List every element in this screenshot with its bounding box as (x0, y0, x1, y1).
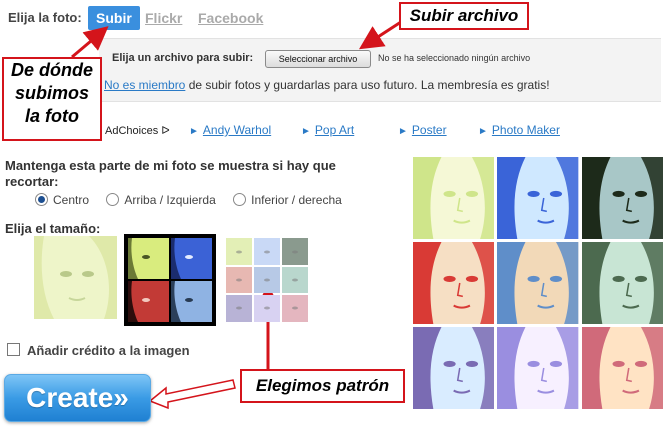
size-label: Elija el tamaño: (5, 221, 101, 236)
ad-link-photo-maker[interactable]: ► Photo Maker (478, 123, 560, 137)
size-option-single[interactable] (34, 236, 117, 319)
arrow-to-subir (71, 26, 109, 59)
face-portrait-icon (581, 157, 663, 239)
radio-icon[interactable] (233, 193, 247, 206)
ad-link-poster[interactable]: ► Poster (398, 123, 447, 137)
callout-upload-file: Subir archivo (399, 2, 529, 30)
play-triangle-icon: ► (398, 126, 408, 137)
crop-option-bottom-right[interactable]: Inferior / derecha (233, 193, 342, 207)
play-triangle-icon: ► (301, 126, 311, 137)
size-option-2x2[interactable] (124, 234, 216, 326)
ad-link-text: Poster (411, 123, 447, 137)
crop-options: Centro Arriba / Izquierda Inferior / der… (35, 193, 356, 207)
ad-link-andy-warhol[interactable]: ► Andy Warhol (189, 123, 271, 137)
pop-art-tile (497, 157, 579, 239)
face-portrait-icon (497, 242, 579, 324)
arrow-to-create-icon (148, 379, 236, 410)
pop-art-tile (497, 242, 579, 324)
pop-art-tile (581, 327, 663, 409)
face-portrait-icon (413, 157, 495, 239)
callout-line-1: De dónde (10, 60, 93, 80)
face-thumbnail-icon (34, 236, 117, 319)
face-grid-2x2-icon (128, 238, 212, 322)
crop-option-label: Arriba / Izquierda (124, 193, 216, 207)
radio-icon[interactable] (106, 193, 120, 206)
credit-checkbox-row[interactable]: Añadir crédito a la imagen (7, 343, 190, 358)
callout-photo-source: De dónde subimos la foto (2, 57, 102, 141)
face-portrait-icon (581, 327, 663, 409)
play-triangle-icon: ► (189, 126, 199, 137)
create-button[interactable]: Create» (4, 374, 151, 422)
face-portrait-icon (497, 157, 579, 239)
pop-art-tile (497, 327, 579, 409)
pop-art-tile (413, 327, 495, 409)
face-portrait-icon (413, 242, 495, 324)
ad-link-pop-art[interactable]: ► Pop Art (301, 123, 354, 137)
callout-pattern: Elegimos patrón (240, 369, 405, 403)
face-portrait-icon (497, 327, 579, 409)
crop-question: Mantenga esta parte de mi foto se muestr… (5, 158, 336, 189)
pop-art-preview-grid (413, 157, 663, 409)
crop-option-center[interactable]: Centro (35, 193, 89, 207)
callout-line-3: la foto (25, 106, 79, 126)
pop-art-tile (413, 157, 495, 239)
adchoices-icon: ᐅ (161, 125, 170, 137)
ad-link-text: Andy Warhol (202, 123, 272, 137)
play-triangle-icon: ► (478, 126, 488, 137)
ad-link-text: Photo Maker (491, 123, 560, 137)
face-portrait-icon (413, 327, 495, 409)
crop-option-label: Inferior / derecha (251, 193, 342, 207)
pop-art-tile (581, 157, 663, 239)
callout-line-2: subimos (14, 83, 89, 103)
face-portrait-icon (581, 242, 663, 324)
credit-label: Añadir crédito a la imagen (27, 343, 190, 358)
checkbox-icon[interactable] (7, 343, 20, 356)
adchoices-text: AdChoices (105, 125, 159, 137)
face-grid-3x3-icon (226, 238, 308, 322)
size-option-3x3[interactable] (226, 238, 308, 322)
pop-art-tile (413, 242, 495, 324)
arrow-to-select-file (358, 18, 405, 50)
ad-link-text: Pop Art (314, 123, 355, 137)
adchoices-label[interactable]: AdChoices ᐅ (105, 124, 170, 137)
crop-option-label: Centro (53, 193, 90, 207)
pop-art-tile (581, 242, 663, 324)
radio-selected-icon[interactable] (35, 193, 48, 206)
crop-option-top-left[interactable]: Arriba / Izquierda (106, 193, 216, 207)
